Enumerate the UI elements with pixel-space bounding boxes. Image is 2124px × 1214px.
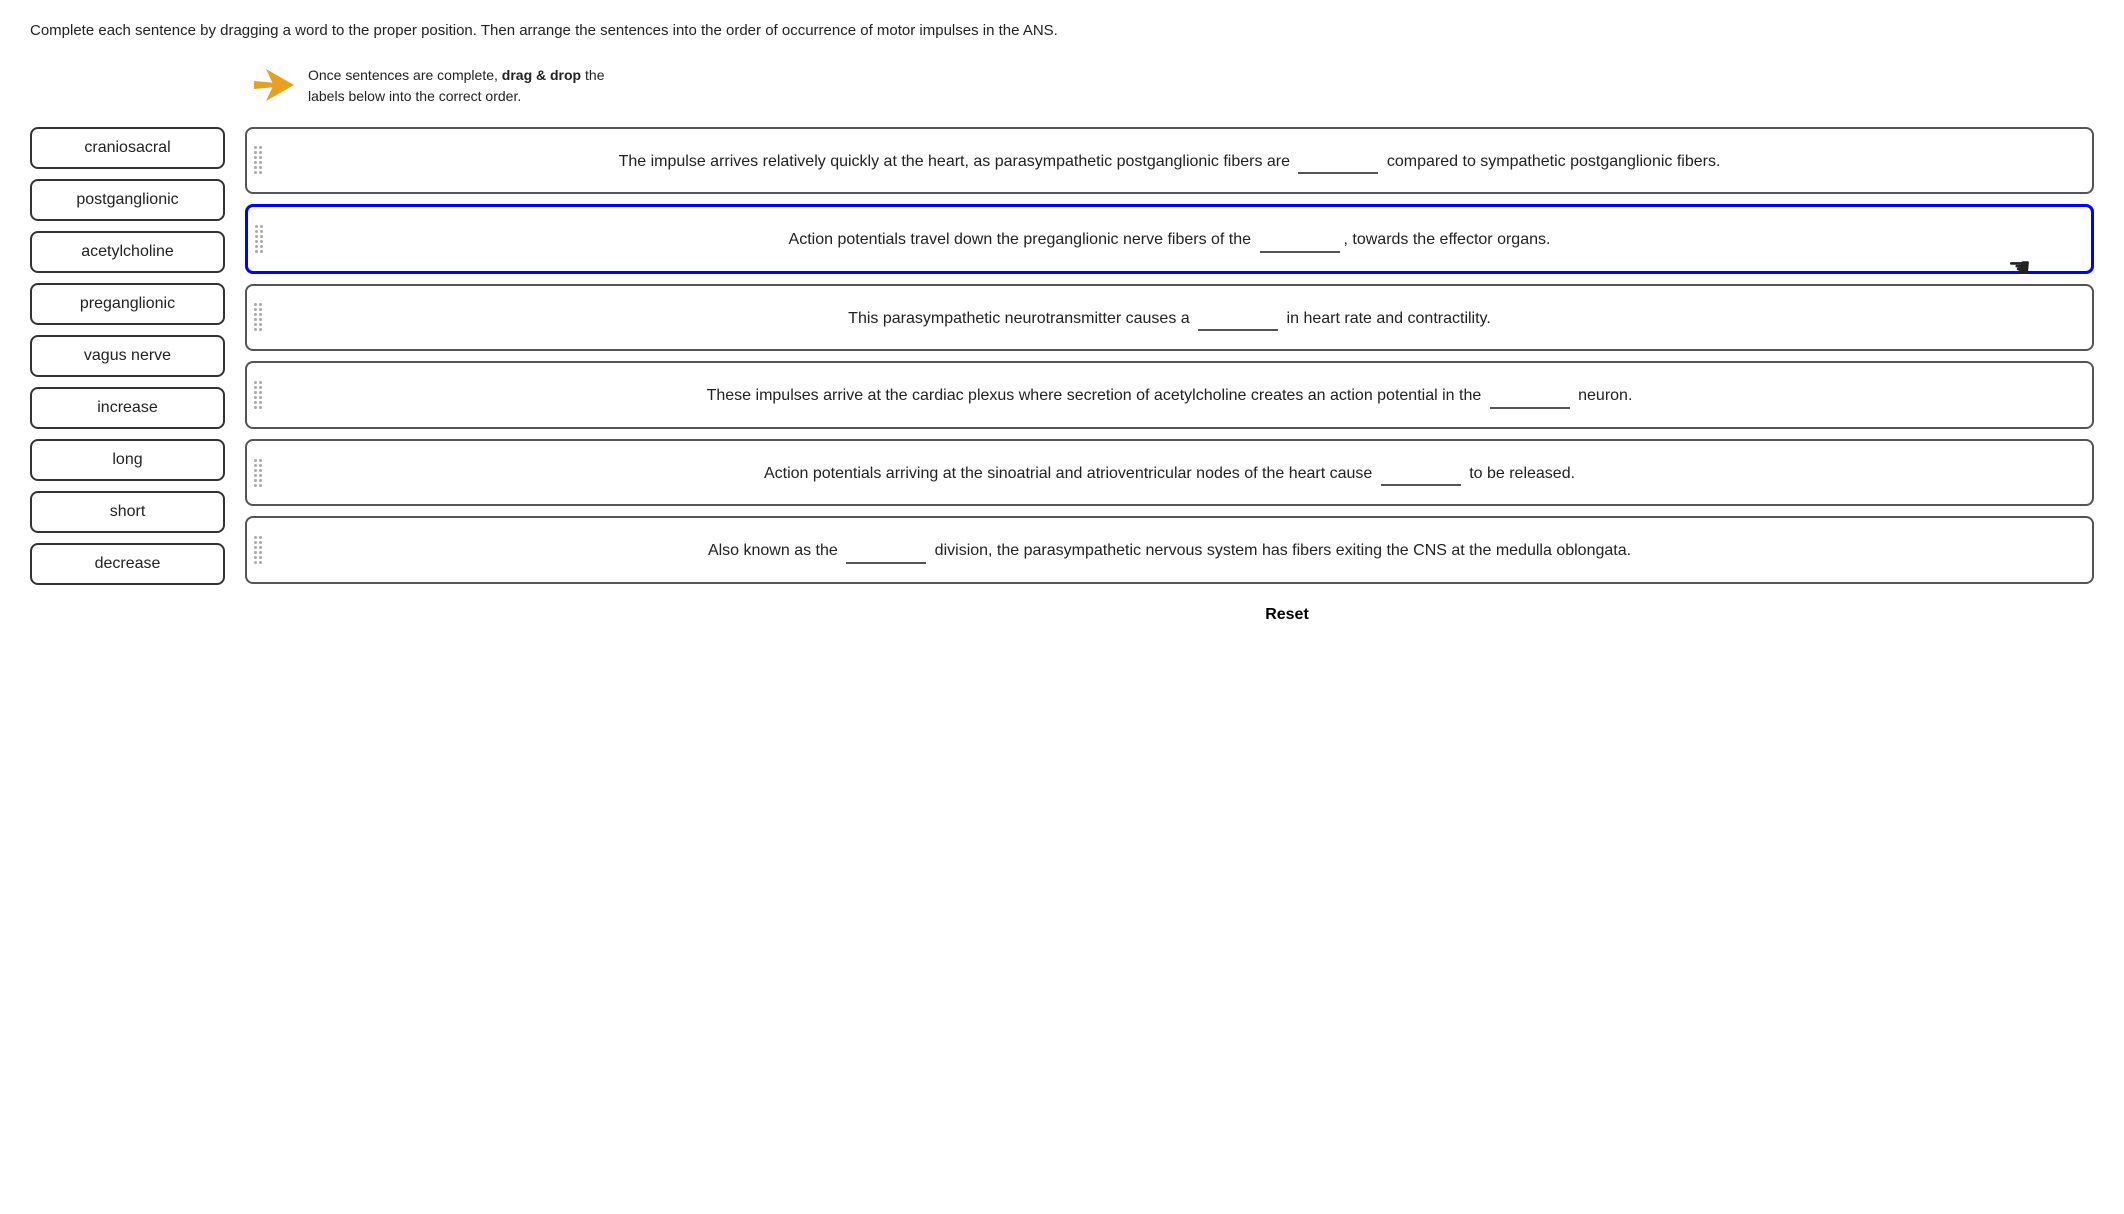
hatch-pattern-5 — [251, 459, 265, 487]
word-chip-vagus-nerve[interactable]: vagus nerve — [30, 335, 225, 377]
main-layout: craniosacral postganglionic acetylcholin… — [30, 127, 2094, 633]
word-chip-decrease[interactable]: decrease — [30, 543, 225, 585]
hatch-pattern-3 — [251, 303, 265, 331]
cursor-hand-icon: ☚ — [2008, 247, 2031, 289]
drag-handle-4[interactable] — [247, 363, 269, 427]
word-chip-acetylcholine[interactable]: acetylcholine — [30, 231, 225, 273]
sentence-1-text: The impulse arrives relatively quickly a… — [619, 153, 1721, 170]
instructions: Complete each sentence by dragging a wor… — [30, 20, 2094, 43]
sentence-box-1[interactable]: The impulse arrives relatively quickly a… — [245, 127, 2094, 195]
blank-1[interactable] — [1298, 147, 1378, 175]
sentence-6-text: Also known as the division, the parasymp… — [708, 542, 1631, 559]
word-bank: craniosacral postganglionic acetylcholin… — [30, 127, 225, 585]
reset-button[interactable]: Reset — [480, 598, 2094, 632]
drag-handle-3[interactable] — [247, 286, 269, 350]
sentence-box-6[interactable]: Also known as the division, the parasymp… — [245, 516, 2094, 584]
drag-handle-5[interactable] — [247, 441, 269, 505]
hatch-pattern-2 — [252, 225, 266, 253]
blank-6[interactable] — [846, 536, 926, 564]
sentence-box-5[interactable]: Action potentials arriving at the sinoat… — [245, 439, 2094, 507]
sentence-2-text: Action potentials travel down the pregan… — [789, 231, 1551, 248]
sentence-box-2[interactable]: Action potentials travel down the pregan… — [245, 204, 2094, 274]
blank-3[interactable] — [1198, 304, 1278, 332]
sentence-3-text: This parasympathetic neurotransmitter ca… — [848, 310, 1491, 327]
arrow-icon — [250, 61, 298, 109]
drag-handle-2[interactable] — [248, 207, 270, 271]
sentence-box-4[interactable]: These impulses arrive at the cardiac ple… — [245, 361, 2094, 429]
word-chip-preganglionic[interactable]: preganglionic — [30, 283, 225, 325]
hatch-pattern-1 — [251, 146, 265, 174]
sentence-box-3[interactable]: This parasympathetic neurotransmitter ca… — [245, 284, 2094, 352]
word-chip-craniosacral[interactable]: craniosacral — [30, 127, 225, 169]
word-chip-postganglionic[interactable]: postganglionic — [30, 179, 225, 221]
hatch-pattern-4 — [251, 381, 265, 409]
drag-hint-text: Once sentences are complete, drag & drop… — [308, 61, 604, 107]
word-chip-short[interactable]: short — [30, 491, 225, 533]
sentence-5-text: Action potentials arriving at the sinoat… — [764, 465, 1575, 482]
sentences-area: The impulse arrives relatively quickly a… — [245, 127, 2094, 633]
word-chip-increase[interactable]: increase — [30, 387, 225, 429]
hatch-pattern-6 — [251, 536, 265, 564]
drag-hint-container: Once sentences are complete, drag & drop… — [250, 61, 2094, 109]
sentence-4-text: These impulses arrive at the cardiac ple… — [707, 387, 1633, 404]
blank-5[interactable] — [1381, 459, 1461, 487]
blank-4[interactable] — [1490, 381, 1570, 409]
blank-2[interactable] — [1260, 225, 1340, 253]
word-chip-long[interactable]: long — [30, 439, 225, 481]
drag-handle-6[interactable] — [247, 518, 269, 582]
drag-handle-1[interactable] — [247, 129, 269, 193]
